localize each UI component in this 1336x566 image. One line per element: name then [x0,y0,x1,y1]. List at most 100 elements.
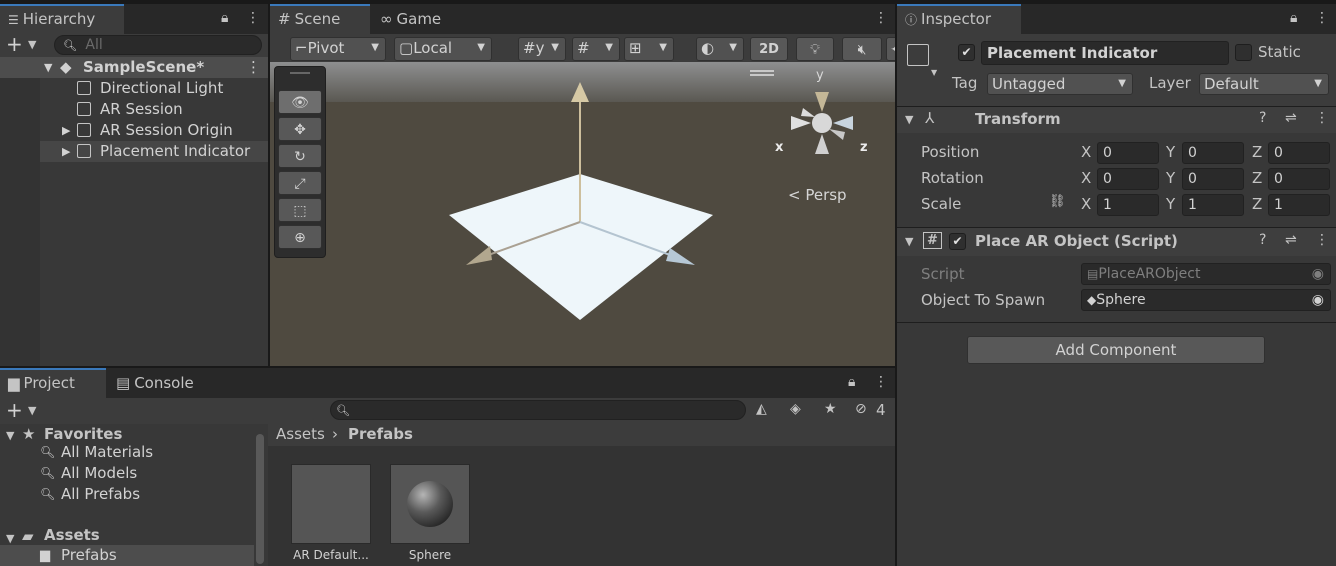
breadcrumb-assets[interactable]: Assets [276,425,325,443]
rotation-y-field[interactable]: 0 [1182,168,1244,190]
audio-button[interactable]: 🔇︎ [842,37,882,61]
add-icon[interactable]: + [6,398,23,422]
asset-tile[interactable]: Sphere [389,462,471,566]
scene-kebab-icon[interactable]: ⋮ [246,57,261,78]
rotation-x-field[interactable]: 0 [1097,168,1159,190]
tab-hierarchy[interactable]: ☰ Hierarchy [0,4,124,34]
add-icon[interactable]: + [6,32,23,56]
foldout-arrow-icon[interactable]: ▼ [905,113,913,126]
kebab-menu-icon[interactable]: ⋮ [1315,10,1329,26]
preset-sliders-icon[interactable]: ⇌ [1285,232,1297,248]
tab-game[interactable]: ∞ Game [372,4,449,34]
preset-sliders-icon[interactable]: ⇌ [1285,110,1297,126]
favorite-star-icon[interactable]: ★ [824,401,837,417]
scale-y-field[interactable]: 1 [1182,194,1244,216]
hierarchy-item-ar-session[interactable]: AR Session [0,99,268,120]
rotation-z-field[interactable]: 0 [1268,168,1330,190]
favorite-item-all-models[interactable]: 🔍︎ All Models [0,463,266,484]
grid-snap-toggle[interactable]: #y ▼ [518,37,566,61]
script-component-header[interactable]: ▼ # ✔ Place AR Object (Script) ? ⇌ ⋮ [897,228,1336,256]
component-kebab-icon[interactable]: ⋮ [1315,110,1329,126]
tree-scrollbar[interactable] [256,434,264,564]
chevron-down-icon: ▼ [551,42,559,53]
tab-project[interactable]: ▆ Project [0,368,106,398]
position-z-field[interactable]: 0 [1268,142,1330,164]
scene-root-row[interactable]: ▼ ◆ SampleScene* ⋮ [0,57,268,78]
object-to-spawn-field[interactable]: ◆Sphere ◉ [1081,289,1331,311]
transform-tool-button[interactable]: ⊕ [278,225,322,249]
add-component-button[interactable]: Add Component [967,336,1265,364]
view-tool-button[interactable]: 👁︎ [278,90,322,114]
lock-icon[interactable]: 🔒︎ [221,10,228,26]
project-folder-tree: ▼ ★ Favorites 🔍︎ All Materials 🔍︎ All Mo… [0,424,266,566]
chevron-down-icon[interactable]: ▼ [28,404,36,417]
chevron-down-icon[interactable]: ▼ [28,38,36,51]
help-icon[interactable]: ? [1259,232,1266,248]
projection-persp-label[interactable]: < Persp [788,186,847,204]
layer-dropdown[interactable]: Default ▼ [1199,73,1329,95]
help-icon[interactable]: ? [1259,110,1266,126]
constrain-proportions-icon[interactable]: ⛓︎ [1049,194,1066,209]
mode-2d-button[interactable]: 2D [750,37,788,61]
static-checkbox[interactable] [1235,44,1252,61]
rect-tool-button[interactable]: ⬚ [278,198,322,222]
hierarchy-item-placement-indicator[interactable]: ▶ Placement Indicator [0,141,268,162]
scene-viewport[interactable]: y x z < Persp [270,62,895,366]
palette-drag-handle[interactable] [290,72,310,74]
script-enabled-checkbox[interactable]: ✔ [949,233,966,250]
tag-dropdown[interactable]: Untagged ▼ [987,73,1133,95]
kebab-menu-icon[interactable]: ⋮ [874,10,888,26]
project-search-input[interactable]: 🔍︎ [330,400,746,420]
tab-scene[interactable]: # Scene [270,4,370,34]
hidden-packages-icon[interactable]: ⊘ [855,401,867,417]
tab-inspector[interactable]: ⓘ Inspector [897,4,1021,34]
scale-tool-button[interactable]: ⤢ [278,171,322,195]
rotate-tool-button[interactable]: ↻ [278,144,322,168]
folder-item-prefabs[interactable]: ▆ Prefabs [0,545,254,566]
position-y-field[interactable]: 0 [1182,142,1244,164]
component-kebab-icon[interactable]: ⋮ [1315,232,1329,248]
scene-toolbar: ⌐Pivot▼ ▢Local▼ #y▼ #▼ ⊞▼ ◐▼ 2D 💡︎ 🔇︎ ✦ [270,34,895,62]
pivot-dropdown[interactable]: ⌐Pivot ▼ [290,37,386,61]
draw-mode-dropdown[interactable]: ◐ ▼ [696,37,744,61]
effects-button[interactable]: ✦ [886,37,895,61]
scene-name: SampleScene* [83,58,205,76]
position-x-field[interactable]: 0 [1097,142,1159,164]
foldout-arrow-icon[interactable]: ▼ [6,532,14,545]
gameobject-cube-icon[interactable] [907,44,935,68]
kebab-menu-icon[interactable]: ⋮ [874,374,888,390]
increment-snap-toggle[interactable]: ⊞ ▼ [624,37,674,61]
expand-arrow-icon[interactable]: ▶ [62,120,70,141]
object-name-input[interactable]: Placement Indicator [981,41,1229,65]
scale-x-field[interactable]: 1 [1097,194,1159,216]
breadcrumb-prefabs[interactable]: Prefabs [348,425,413,443]
search-by-type-icon[interactable]: ◭ [756,401,767,417]
favorite-item-all-materials[interactable]: 🔍︎ All Materials [0,442,266,463]
move-tool-button[interactable]: ✥ [278,117,322,141]
local-dropdown[interactable]: ▢Local ▼ [394,37,492,61]
kebab-menu-icon[interactable]: ⋮ [246,10,260,26]
scale-z-field[interactable]: 1 [1268,194,1330,216]
gameobject-active-checkbox[interactable]: ✔ [958,44,975,61]
grid-visibility-toggle[interactable]: # ▼ [572,37,620,61]
expand-arrow-icon[interactable]: ▶ [62,141,70,162]
foldout-arrow-icon[interactable]: ▼ [6,429,14,442]
asset-tile[interactable]: AR Default... [290,462,372,566]
hierarchy-item-directional-light[interactable]: Directional Light [0,78,268,99]
hierarchy-search-input[interactable]: 🔍︎ All [54,35,262,55]
lighting-button[interactable]: 💡︎ [796,37,834,61]
search-by-label-icon[interactable]: ◈ [790,401,801,417]
lock-icon[interactable]: 🔒︎ [1290,10,1297,26]
object-picker-icon[interactable]: ◉ [1312,290,1324,310]
hierarchy-item-label: Directional Light [100,79,224,97]
scene-orientation-gizmo[interactable] [777,76,867,166]
foldout-arrow-icon[interactable]: ▼ [905,235,913,248]
tab-console[interactable]: ▤ Console [108,368,202,398]
lock-icon[interactable]: 🔒︎ [848,374,855,390]
ruler-icon: ⊞ [629,39,642,57]
expand-arrow-icon[interactable]: ▼ [44,57,52,78]
favorite-item-all-prefabs[interactable]: 🔍︎ All Prefabs [0,484,266,505]
divider [897,322,1336,323]
hierarchy-item-ar-session-origin[interactable]: ▶ AR Session Origin [0,120,268,141]
transform-header[interactable]: ▼ ⅄ Transform ? ⇌ ⋮ [897,107,1336,133]
